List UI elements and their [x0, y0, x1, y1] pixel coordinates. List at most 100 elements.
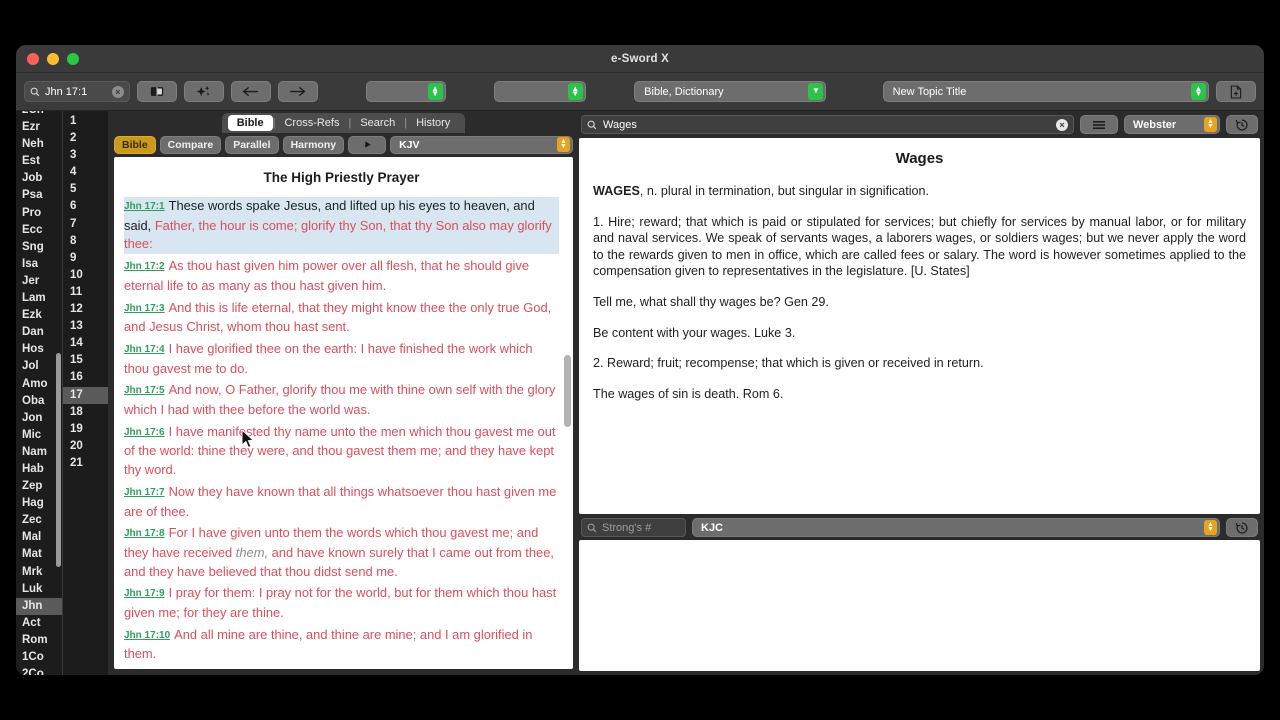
verse-reference-link[interactable]: Jhn 17:10: [124, 630, 170, 641]
dictionary-search-input[interactable]: Wages ×: [581, 115, 1074, 134]
view-button-harmony[interactable]: Harmony: [282, 135, 345, 154]
book-item-rom[interactable]: Rom: [16, 632, 62, 649]
view-button-parallel[interactable]: Parallel: [225, 135, 279, 154]
chevron-down-icon[interactable]: ▼: [808, 83, 824, 100]
chapter-item-15[interactable]: 15: [63, 352, 108, 369]
chapter-item-6[interactable]: 6: [63, 198, 108, 215]
chapter-item-10[interactable]: 10: [63, 267, 108, 284]
verse-jhn-17-7[interactable]: Jhn 17:7 Now they have known that all thi…: [124, 483, 559, 521]
audio-play-button[interactable]: [348, 135, 387, 154]
layout-popup[interactable]: Bible, Dictionary ▼: [634, 81, 827, 102]
reference-search-input[interactable]: Jhn 17:1 ×: [24, 81, 130, 102]
chapter-item-3[interactable]: 3: [63, 147, 108, 164]
book-item-jer[interactable]: Jer: [16, 273, 62, 290]
book-item-mrk[interactable]: Mrk: [16, 564, 62, 581]
book-item-psa[interactable]: Psa: [16, 187, 62, 204]
chapter-item-21[interactable]: 21: [63, 455, 108, 472]
bible-text-scroll-area[interactable]: The High Priestly Prayer Jhn 17:1 These w…: [114, 157, 573, 669]
back-button[interactable]: [230, 81, 271, 102]
stepper-up-down-icon[interactable]: ▲ ▼: [567, 83, 583, 100]
book-item-isa[interactable]: Isa: [16, 256, 62, 273]
book-item-ezk[interactable]: Ezk: [16, 307, 62, 324]
tab-bible[interactable]: Bible: [227, 114, 273, 131]
book-item-sng[interactable]: Sng: [16, 239, 62, 256]
strongs-search-input[interactable]: Strong's #: [581, 518, 686, 537]
tab-history[interactable]: History: [407, 115, 459, 131]
close-window-button[interactable]: [27, 52, 39, 65]
chapter-item-4[interactable]: 4: [63, 164, 108, 181]
book-item-2ch[interactable]: 2Ch: [16, 111, 62, 119]
chapter-item-5[interactable]: 5: [63, 181, 108, 198]
verse-reference-link[interactable]: Jhn 17:1: [124, 201, 165, 212]
verse-reference-link[interactable]: Jhn 17:2: [124, 261, 165, 272]
book-item-ezr[interactable]: Ezr: [16, 119, 62, 136]
strongs-content[interactable]: [579, 540, 1260, 671]
toolbar-popup-1[interactable]: ▲ ▼: [366, 81, 446, 102]
book-item-lam[interactable]: Lam: [16, 290, 62, 307]
book-item-est[interactable]: Est: [16, 153, 62, 170]
verse-reference-link[interactable]: Jhn 17:5: [124, 385, 165, 396]
tab-cross-refs[interactable]: Cross-Refs: [275, 115, 348, 131]
ai-sparkle-button[interactable]: [183, 81, 224, 102]
topic-title-popup[interactable]: New Topic Title ▲ ▼: [882, 81, 1209, 102]
chapter-item-1[interactable]: 1: [63, 113, 108, 130]
verse-reference-link[interactable]: Jhn 17:6: [124, 427, 165, 438]
book-view-button[interactable]: [136, 81, 177, 102]
verse-reference-link[interactable]: Jhn 17:9: [124, 588, 165, 599]
verse-jhn-17-1[interactable]: Jhn 17:1 These words spake Jesus, and lif…: [124, 197, 559, 255]
clear-dictionary-search-icon[interactable]: ×: [1056, 118, 1068, 131]
verse-reference-link[interactable]: Jhn 17:7: [124, 487, 165, 498]
book-item-act[interactable]: Act: [16, 615, 62, 632]
bible-version-popup[interactable]: KJV ▲ ▼: [390, 135, 573, 154]
maximize-window-button[interactable]: [67, 52, 79, 65]
new-topic-button[interactable]: [1216, 81, 1256, 102]
book-item-jhn[interactable]: Jhn: [16, 597, 62, 615]
book-item-2co[interactable]: 2Co: [16, 666, 62, 675]
forward-button[interactable]: [277, 81, 318, 102]
verse-jhn-17-4[interactable]: Jhn 17:4 I have glorified thee on the ear…: [124, 340, 559, 378]
verse-jhn-17-11[interactable]: Jhn 17:11And now I am no more in the wor…: [124, 667, 559, 669]
chapter-item-12[interactable]: 12: [63, 301, 108, 318]
book-item-luk[interactable]: Luk: [16, 581, 62, 598]
stepper-up-down-icon[interactable]: ▲ ▼: [1204, 520, 1217, 535]
clear-reference-icon[interactable]: ×: [111, 85, 124, 98]
verse-jhn-17-8[interactable]: Jhn 17:8 For I have given unto them the w…: [124, 524, 559, 581]
view-button-compare[interactable]: Compare: [159, 135, 222, 154]
chapter-navigation-list[interactable]: 1 2 3 4 5 6 7 8 9 10 11 12 13 14 15 16 17 18 19 20 21: [62, 111, 108, 675]
chapter-item-9[interactable]: 9: [63, 250, 108, 267]
chapter-item-19[interactable]: 19: [63, 421, 108, 438]
book-item-ecc[interactable]: Ecc: [16, 222, 62, 239]
verse-jhn-17-10[interactable]: Jhn 17:10 And all mine are thine, and thi…: [124, 626, 559, 664]
minimize-window-button[interactable]: [47, 52, 59, 65]
stepper-up-down-icon[interactable]: ▲ ▼: [1204, 117, 1217, 132]
chapter-item-20[interactable]: 20: [63, 438, 108, 455]
chapter-item-18[interactable]: 18: [63, 404, 108, 421]
verse-jhn-17-6[interactable]: Jhn 17:6 I have manifested thy name unto …: [124, 423, 559, 480]
dictionary-history-button[interactable]: [1226, 115, 1258, 134]
chapter-item-14[interactable]: 14: [63, 335, 108, 352]
chapter-item-11[interactable]: 11: [63, 284, 108, 301]
verse-reference-link[interactable]: Jhn 17:8: [124, 528, 165, 539]
chapter-item-2[interactable]: 2: [63, 130, 108, 147]
chapter-item-7[interactable]: 7: [63, 216, 108, 233]
book-navigation-list[interactable]: 2ChEzrNehEstJobPsaProEccSngIsaJerLamEzkD…: [16, 111, 62, 675]
chapter-item-17[interactable]: 17: [63, 386, 108, 404]
verse-jhn-17-2[interactable]: Jhn 17:2 As thou hast given him power ove…: [124, 257, 559, 295]
verse-jhn-17-5[interactable]: Jhn 17:5 And now, O Father, glorify thou …: [124, 381, 559, 419]
verse-jhn-17-3[interactable]: Jhn 17:3 And this is life eternal, that t…: [124, 299, 559, 337]
tab-search[interactable]: Search: [351, 115, 404, 131]
verse-reference-link[interactable]: Jhn 17:3: [124, 303, 165, 314]
verse-jhn-17-9[interactable]: Jhn 17:9 I pray for them: I pray not for …: [124, 584, 559, 622]
stepper-up-down-icon[interactable]: ▲ ▼: [1191, 83, 1206, 100]
strongs-resource-popup[interactable]: KJC ▲ ▼: [692, 518, 1220, 537]
book-item-1co[interactable]: 1Co: [16, 649, 62, 666]
strongs-history-button[interactable]: [1226, 518, 1258, 537]
bible-text-scrollbar[interactable]: [564, 355, 571, 427]
stepper-up-down-icon[interactable]: ▲ ▼: [427, 83, 443, 100]
dictionary-content[interactable]: Wages WAGES, n. plural in termination, b…: [579, 138, 1260, 514]
book-item-pro[interactable]: Pro: [16, 205, 62, 222]
dictionary-resource-popup[interactable]: Webster ▲ ▼: [1124, 115, 1220, 134]
chapter-item-13[interactable]: 13: [63, 318, 108, 335]
chapter-item-16[interactable]: 16: [63, 369, 108, 386]
toolbar-popup-2[interactable]: ▲ ▼: [494, 81, 586, 102]
